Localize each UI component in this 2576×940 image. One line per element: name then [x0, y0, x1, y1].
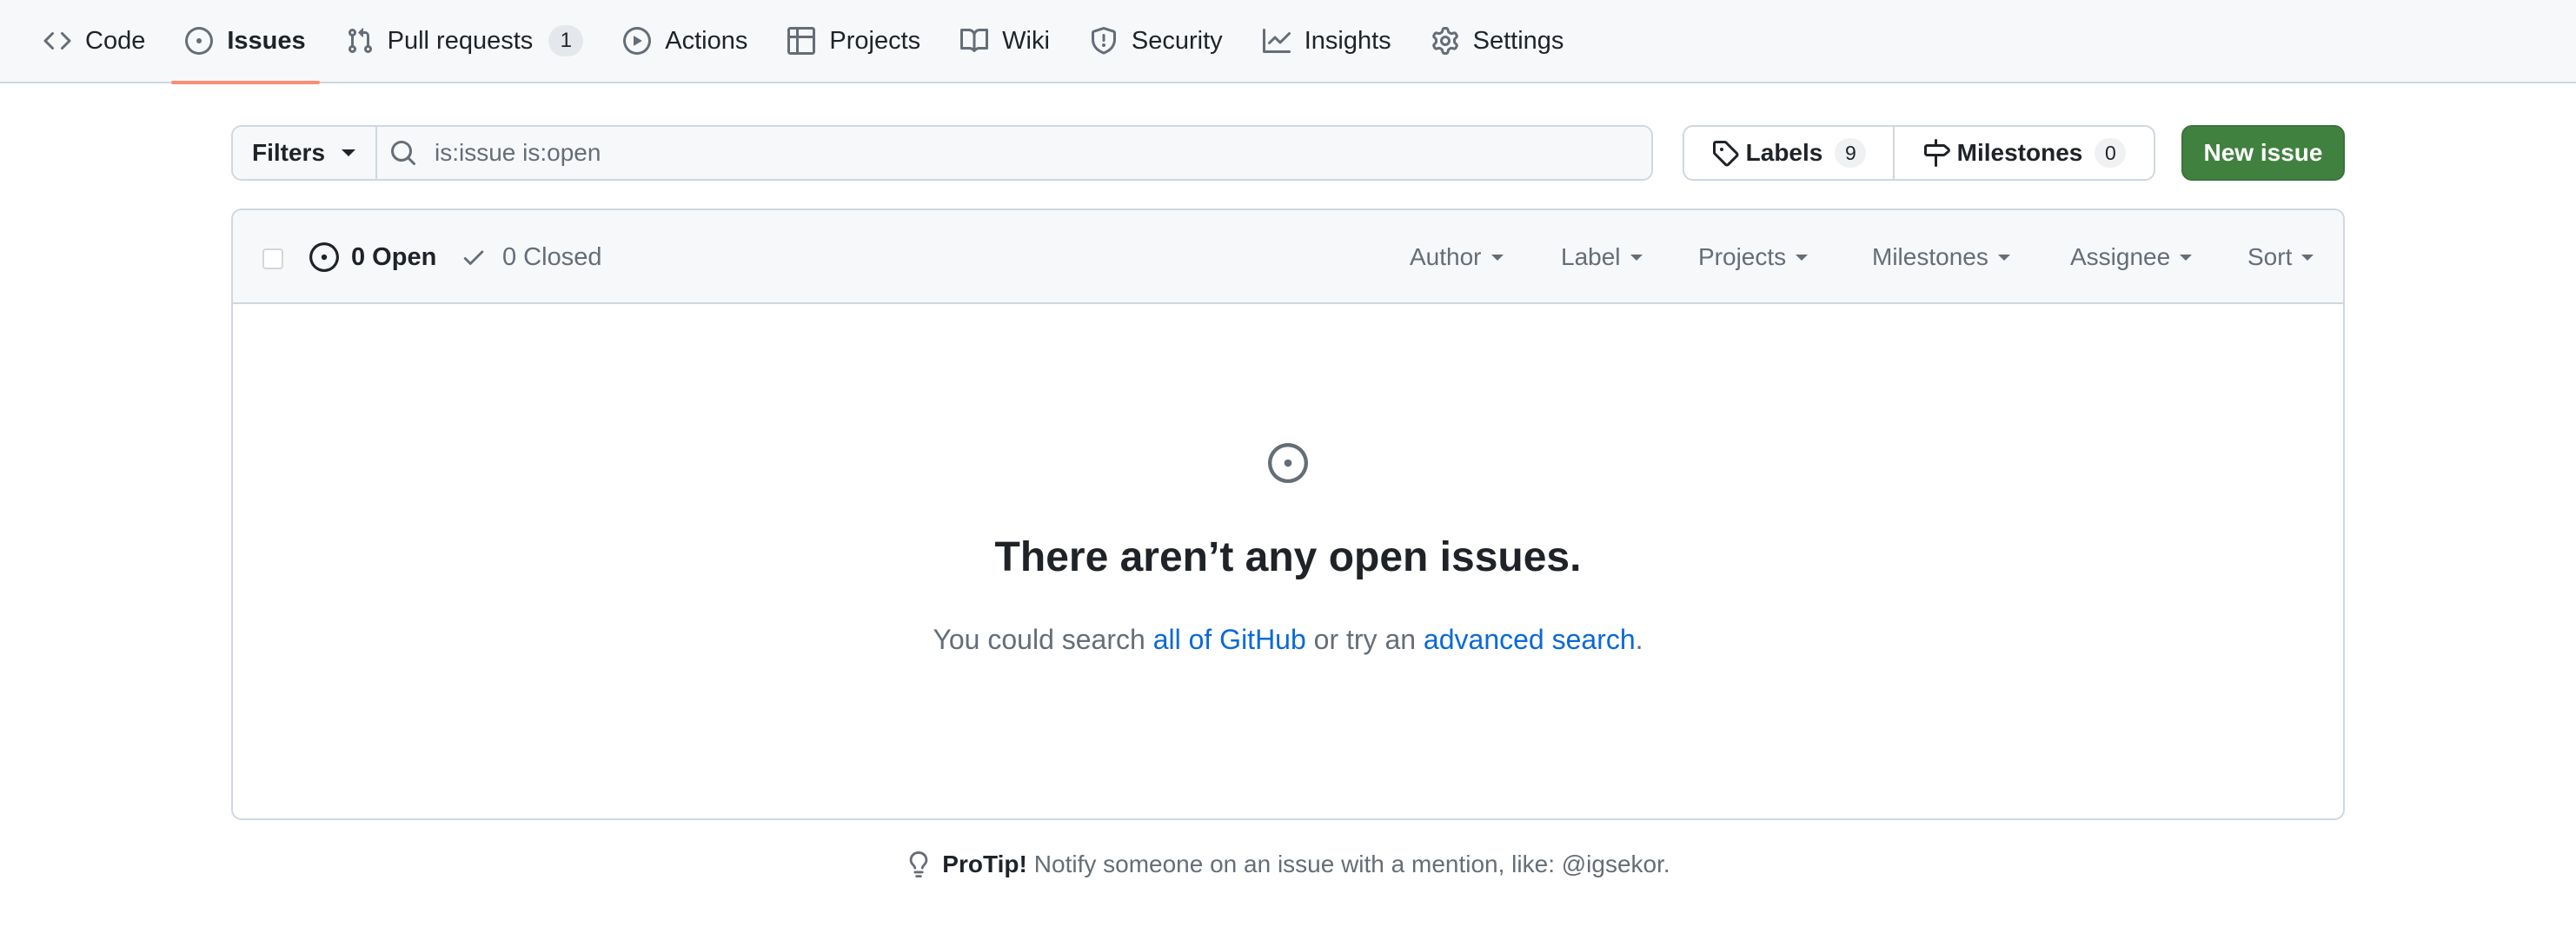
- milestones-filter-dropdown[interactable]: Milestones: [1872, 210, 2011, 304]
- git-pull-request-icon: [346, 27, 388, 55]
- triangle-down-icon: [1997, 254, 2011, 261]
- issues-list-box: 0 Open 0 Closed Author Label Projects Mi…: [231, 209, 2345, 820]
- issues-search-input[interactable]: [435, 139, 1651, 167]
- milestones-button-label: Milestones: [1956, 139, 2083, 166]
- open-issues-tab[interactable]: 0 Open: [309, 210, 436, 304]
- sort-label: Sort: [2247, 243, 2293, 270]
- nav-pull-requests[interactable]: Pull requests 1: [332, 0, 598, 83]
- filters-search-group: Filters: [231, 125, 1653, 181]
- labels-milestones-group: Labels 9 Milestones 0: [1683, 125, 2155, 181]
- nav-wiki[interactable]: Wiki: [946, 0, 1064, 83]
- search-box: [377, 127, 1651, 179]
- repo-nav: Code Issues Pull requests 1 Actions Proj…: [0, 0, 2576, 84]
- issue-opened-icon: [1268, 443, 1308, 483]
- select-all-checkbox[interactable]: [262, 248, 283, 269]
- blankslate-text-before: You could search: [933, 624, 1153, 655]
- table-icon: [787, 27, 829, 55]
- closed-issues-label: 0 Closed: [502, 242, 602, 271]
- triangle-down-icon: [1490, 254, 1504, 261]
- graph-icon: [1262, 27, 1305, 55]
- nav-actions-label: Actions: [665, 26, 748, 55]
- triangle-down-icon: [1795, 254, 1809, 261]
- light-bulb-icon: [906, 850, 942, 879]
- play-icon: [623, 27, 665, 55]
- labels-button-label: Labels: [1745, 139, 1823, 166]
- triangle-down-icon: [2179, 254, 2193, 261]
- milestones-filter-label: Milestones: [1872, 243, 1988, 270]
- blankslate-text-middle: or try an: [1305, 624, 1424, 655]
- new-issue-button[interactable]: New issue: [2181, 125, 2345, 181]
- closed-issues-tab[interactable]: 0 Closed: [461, 210, 601, 304]
- nav-security[interactable]: Security: [1076, 0, 1237, 83]
- nav-projects[interactable]: Projects: [773, 0, 934, 83]
- nav-insights[interactable]: Insights: [1249, 0, 1405, 83]
- nav-projects-label: Projects: [829, 26, 921, 55]
- projects-filter-dropdown[interactable]: Projects: [1698, 210, 1809, 304]
- author-filter-label: Author: [1410, 243, 1482, 270]
- triangle-down-icon: [341, 149, 356, 157]
- author-filter-dropdown[interactable]: Author: [1410, 210, 1504, 304]
- blankslate-title: There aren’t any open issues.: [994, 534, 1582, 580]
- search-all-github-link[interactable]: all of GitHub: [1153, 624, 1306, 655]
- nav-settings-label: Settings: [1472, 26, 1564, 55]
- milestones-counter: 0: [2095, 138, 2127, 168]
- nav-issues-label: Issues: [227, 26, 306, 55]
- assignee-filter-label: Assignee: [2070, 243, 2171, 270]
- issues-list-header: 0 Open 0 Closed Author Label Projects Mi…: [233, 210, 2343, 304]
- triangle-down-icon: [1630, 254, 1643, 261]
- issue-opened-icon: [309, 242, 351, 272]
- nav-insights-label: Insights: [1304, 26, 1391, 55]
- open-issues-label: 0 Open: [351, 242, 437, 271]
- assignee-filter-dropdown[interactable]: Assignee: [2070, 210, 2193, 304]
- milestones-button[interactable]: Milestones 0: [1895, 127, 2154, 179]
- label-filter-dropdown[interactable]: Label: [1561, 210, 1643, 304]
- protip: ProTip! Notify someone on an issue with …: [0, 850, 2576, 879]
- label-filter-label: Label: [1561, 243, 1621, 270]
- check-icon: [461, 244, 502, 270]
- milestone-icon: [1922, 139, 1957, 167]
- search-icon: [389, 139, 435, 167]
- nav-issues[interactable]: Issues: [171, 0, 320, 84]
- sort-dropdown[interactable]: Sort: [2247, 210, 2314, 304]
- pull-requests-counter: 1: [548, 25, 584, 56]
- projects-filter-label: Projects: [1698, 243, 1787, 270]
- labels-button[interactable]: Labels 9: [1684, 127, 1895, 179]
- book-icon: [960, 27, 1002, 55]
- issue-opened-icon: [185, 27, 227, 55]
- nav-code-label: Code: [85, 26, 146, 55]
- nav-security-label: Security: [1131, 26, 1223, 55]
- labels-counter: 9: [1835, 138, 1867, 168]
- tag-icon: [1711, 139, 1746, 167]
- blankslate-text: You could search all of GitHub or try an…: [231, 624, 2345, 656]
- nav-actions[interactable]: Actions: [609, 0, 761, 83]
- gear-icon: [1431, 27, 1473, 55]
- nav-code[interactable]: Code: [30, 0, 159, 83]
- code-icon: [43, 27, 85, 55]
- advanced-search-link[interactable]: advanced search: [1424, 624, 1636, 655]
- nav-settings[interactable]: Settings: [1417, 0, 1578, 83]
- shield-icon: [1090, 27, 1132, 55]
- nav-pull-requests-label: Pull requests: [387, 26, 534, 55]
- filters-button[interactable]: Filters: [233, 127, 377, 179]
- blankslate-text-after: .: [1635, 624, 1643, 655]
- protip-text: Notify someone on an issue with a mentio…: [1033, 851, 1670, 877]
- triangle-down-icon: [2300, 254, 2314, 261]
- filters-button-label: Filters: [251, 139, 326, 166]
- protip-label: ProTip!: [942, 851, 1027, 877]
- nav-wiki-label: Wiki: [1002, 26, 1050, 55]
